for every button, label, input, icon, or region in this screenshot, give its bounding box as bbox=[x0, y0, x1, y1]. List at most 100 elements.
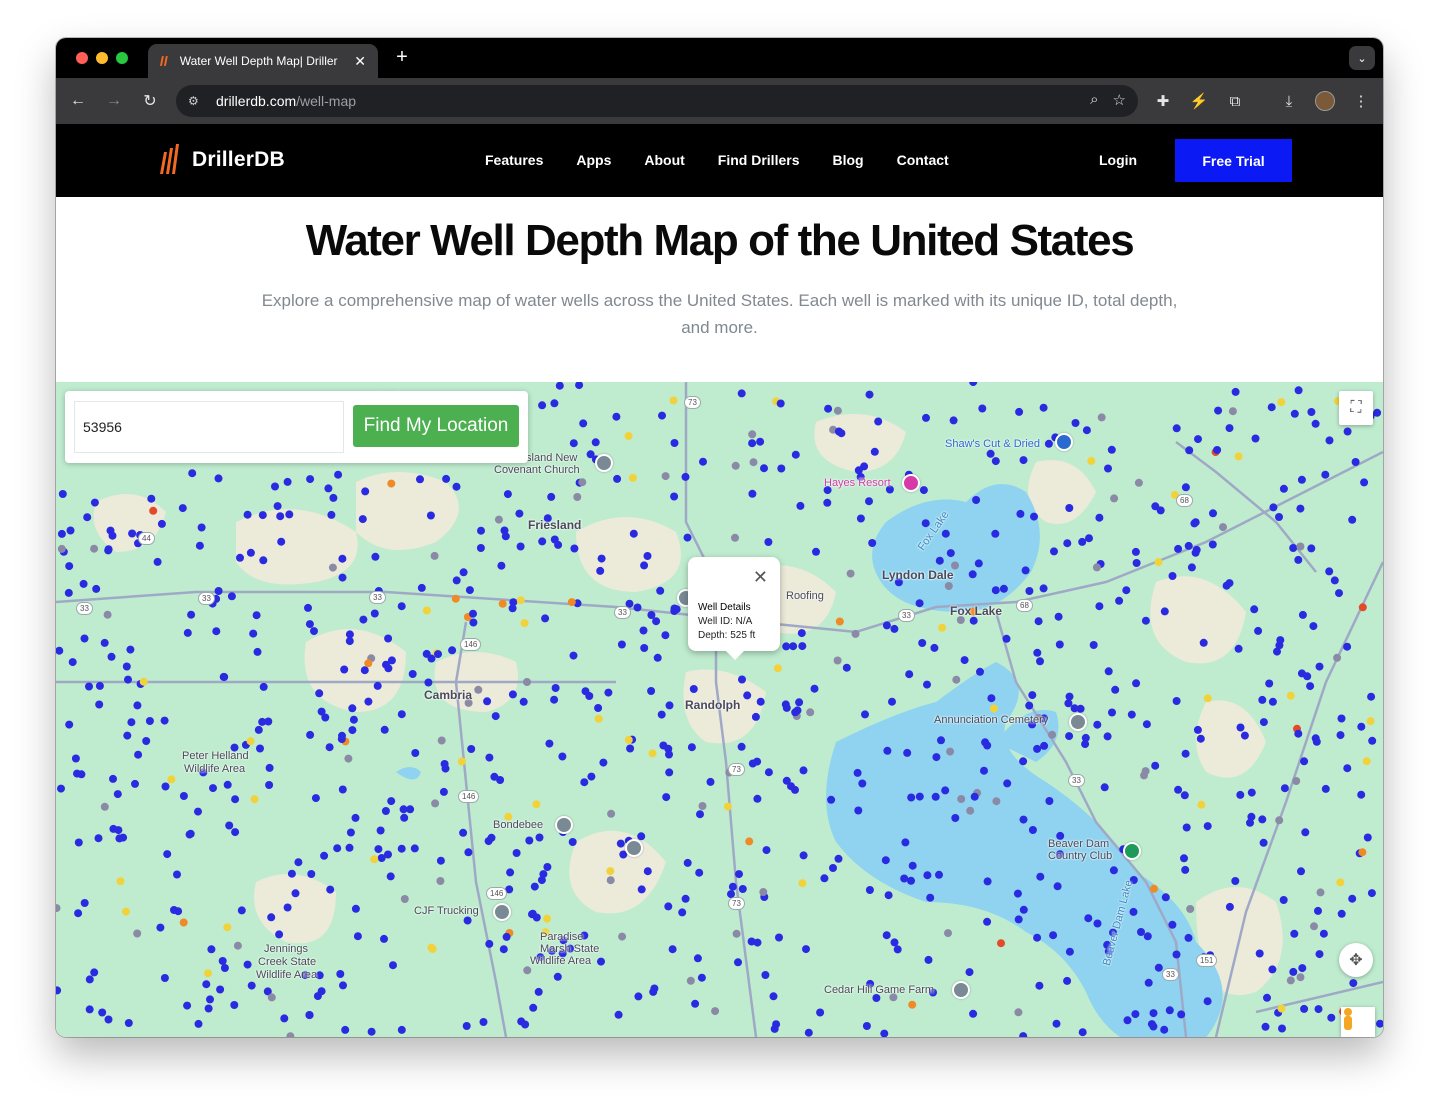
well-marker[interactable] bbox=[983, 917, 992, 926]
well-marker[interactable] bbox=[637, 885, 646, 894]
well-marker[interactable] bbox=[230, 1001, 239, 1009]
well-marker[interactable] bbox=[918, 639, 927, 647]
well-marker[interactable] bbox=[617, 640, 626, 649]
well-marker[interactable] bbox=[246, 548, 255, 557]
well-marker[interactable] bbox=[145, 717, 154, 725]
well-marker[interactable] bbox=[345, 843, 354, 852]
well-marker[interactable] bbox=[128, 529, 137, 538]
well-marker[interactable] bbox=[220, 964, 229, 972]
well-marker[interactable] bbox=[1294, 555, 1303, 564]
well-marker[interactable] bbox=[1231, 877, 1240, 885]
well-marker[interactable] bbox=[760, 464, 768, 473]
well-marker[interactable] bbox=[969, 382, 978, 387]
well-marker[interactable] bbox=[1325, 567, 1334, 576]
map-pin-icon[interactable] bbox=[952, 981, 970, 999]
well-marker[interactable] bbox=[386, 872, 395, 881]
well-marker[interactable] bbox=[56, 904, 61, 913]
well-marker[interactable] bbox=[503, 490, 512, 499]
well-marker[interactable] bbox=[883, 746, 892, 755]
well-marker[interactable] bbox=[479, 1018, 488, 1026]
well-marker[interactable] bbox=[68, 658, 77, 667]
well-marker[interactable] bbox=[756, 697, 765, 706]
well-marker[interactable] bbox=[1103, 732, 1112, 741]
well-marker[interactable] bbox=[782, 703, 791, 712]
well-marker[interactable] bbox=[870, 447, 879, 456]
well-marker[interactable] bbox=[555, 382, 564, 390]
well-marker[interactable] bbox=[624, 432, 633, 440]
well-marker[interactable] bbox=[862, 1022, 871, 1030]
well-marker[interactable] bbox=[915, 599, 924, 608]
well-marker[interactable] bbox=[1054, 612, 1063, 621]
well-marker[interactable] bbox=[1014, 915, 1023, 924]
well-marker[interactable] bbox=[265, 781, 274, 789]
well-marker[interactable] bbox=[923, 680, 931, 689]
well-marker[interactable] bbox=[1231, 387, 1240, 396]
well-marker[interactable] bbox=[90, 498, 99, 507]
well-marker[interactable] bbox=[699, 457, 707, 466]
well-marker[interactable] bbox=[1273, 647, 1281, 656]
well-marker[interactable] bbox=[127, 718, 136, 727]
well-marker[interactable] bbox=[907, 876, 915, 885]
well-marker[interactable] bbox=[1343, 642, 1352, 651]
well-marker[interactable] bbox=[163, 850, 172, 859]
well-marker[interactable] bbox=[1064, 699, 1073, 708]
well-marker[interactable] bbox=[585, 692, 594, 700]
well-marker[interactable] bbox=[305, 1011, 314, 1020]
well-marker[interactable] bbox=[683, 533, 692, 542]
well-marker[interactable] bbox=[233, 941, 242, 950]
well-marker[interactable] bbox=[338, 785, 347, 794]
well-marker[interactable] bbox=[1110, 494, 1119, 503]
well-marker[interactable] bbox=[634, 992, 643, 1001]
well-marker[interactable] bbox=[285, 510, 294, 519]
well-marker[interactable] bbox=[1236, 723, 1245, 732]
well-marker[interactable] bbox=[606, 867, 615, 876]
well-marker[interactable] bbox=[100, 638, 109, 647]
well-marker[interactable] bbox=[465, 586, 474, 595]
well-marker[interactable] bbox=[1259, 838, 1268, 847]
well-marker[interactable] bbox=[1225, 424, 1234, 433]
well-marker[interactable] bbox=[1286, 691, 1295, 700]
well-marker[interactable] bbox=[273, 502, 282, 511]
well-marker[interactable] bbox=[380, 934, 388, 943]
well-marker[interactable] bbox=[797, 629, 806, 638]
well-marker[interactable] bbox=[798, 642, 807, 651]
well-marker[interactable] bbox=[880, 1029, 889, 1037]
well-marker[interactable] bbox=[1275, 816, 1284, 825]
well-marker[interactable] bbox=[612, 412, 621, 421]
well-marker[interactable] bbox=[1208, 540, 1217, 549]
well-marker[interactable] bbox=[941, 529, 950, 538]
well-marker[interactable] bbox=[243, 510, 252, 519]
well-marker[interactable] bbox=[643, 867, 652, 876]
well-marker[interactable] bbox=[1107, 445, 1116, 454]
well-marker[interactable] bbox=[1019, 757, 1028, 766]
well-marker[interactable] bbox=[195, 541, 204, 550]
well-marker[interactable] bbox=[1307, 544, 1316, 553]
well-marker[interactable] bbox=[1214, 406, 1223, 415]
well-marker[interactable] bbox=[359, 615, 368, 624]
well-marker[interactable] bbox=[748, 439, 757, 448]
well-marker[interactable] bbox=[734, 958, 742, 967]
well-marker[interactable] bbox=[370, 609, 379, 618]
well-marker[interactable] bbox=[640, 644, 649, 652]
well-marker[interactable] bbox=[991, 586, 1000, 595]
well-marker[interactable] bbox=[908, 861, 917, 870]
well-marker[interactable] bbox=[834, 427, 843, 436]
well-marker[interactable] bbox=[824, 404, 833, 413]
well-marker[interactable] bbox=[133, 929, 142, 938]
well-marker[interactable] bbox=[1330, 576, 1339, 585]
well-marker[interactable] bbox=[56, 646, 64, 655]
well-marker[interactable] bbox=[978, 404, 987, 413]
well-marker[interactable] bbox=[1337, 909, 1346, 918]
well-marker[interactable] bbox=[464, 848, 473, 857]
well-marker[interactable] bbox=[1225, 579, 1234, 588]
well-marker[interactable] bbox=[424, 678, 433, 687]
well-marker[interactable] bbox=[1144, 978, 1153, 987]
well-marker[interactable] bbox=[653, 653, 662, 662]
well-marker[interactable] bbox=[1003, 779, 1012, 788]
well-marker[interactable] bbox=[516, 596, 525, 605]
well-marker[interactable] bbox=[1181, 865, 1190, 874]
well-marker[interactable] bbox=[550, 535, 559, 544]
well-marker[interactable] bbox=[656, 586, 665, 595]
well-marker[interactable] bbox=[868, 539, 877, 547]
well-marker[interactable] bbox=[258, 511, 267, 520]
